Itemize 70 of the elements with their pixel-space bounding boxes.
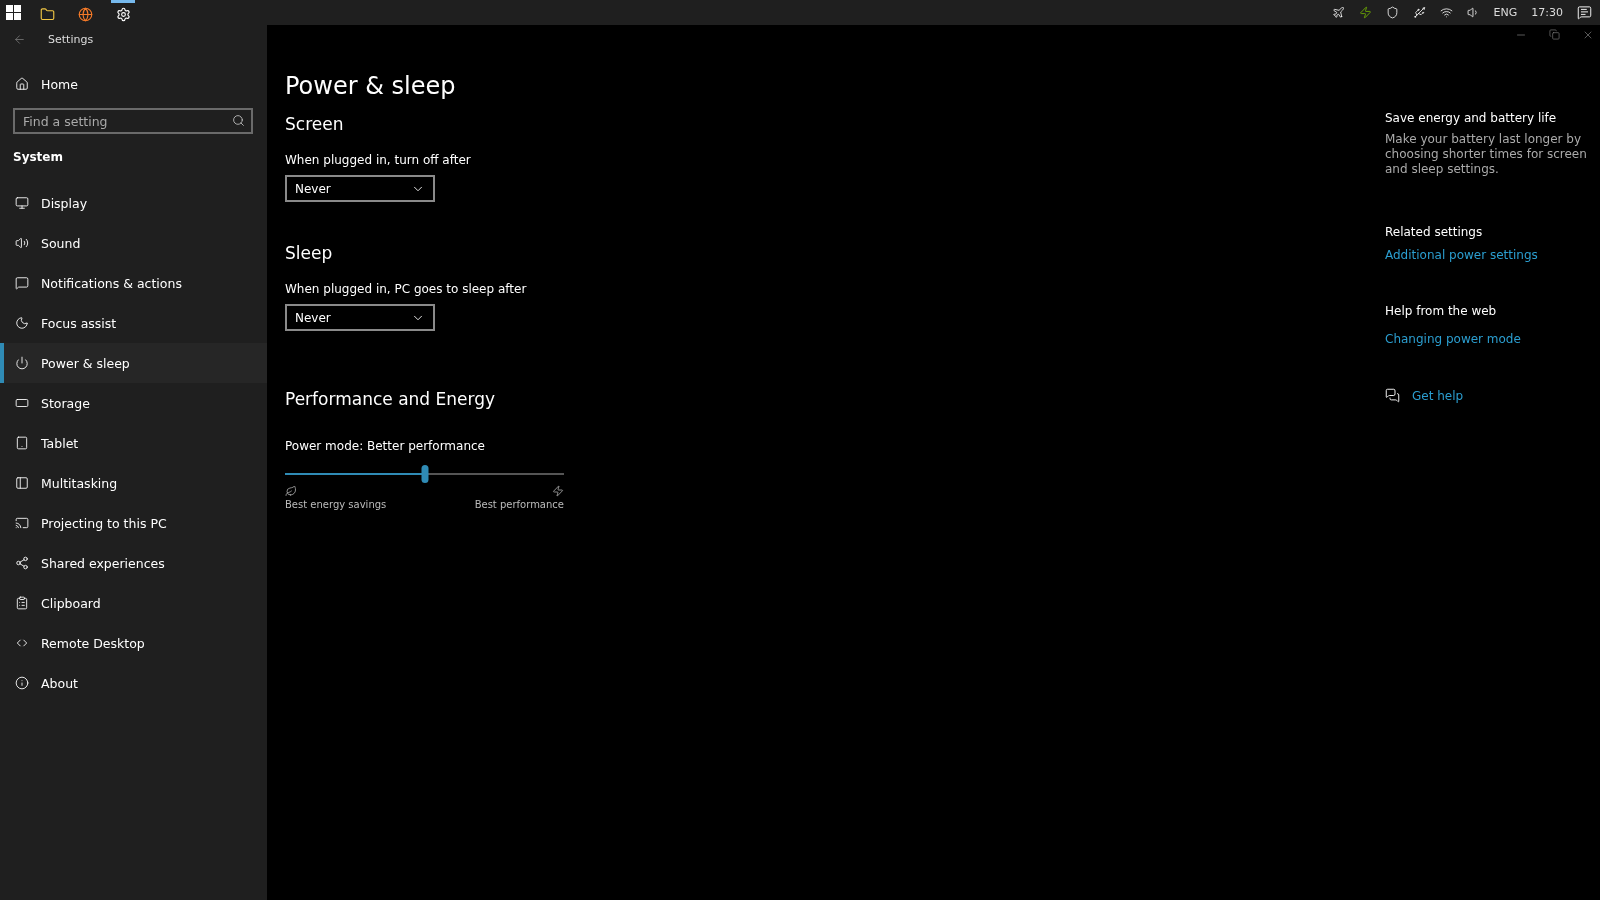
get-help-link[interactable]: Get help <box>1412 388 1464 403</box>
chat-icon <box>1385 388 1400 403</box>
setting-label: When plugged in, turn off after <box>285 153 472 167</box>
nav-item[interactable]: Remote Desktop <box>0 623 267 663</box>
speech-bubble-icon <box>15 276 29 290</box>
search-icon <box>232 114 245 127</box>
folder-icon <box>39 6 55 22</box>
home-link[interactable]: Home <box>0 72 267 96</box>
drive-icon <box>15 396 29 410</box>
help-link[interactable]: Changing power mode <box>1385 332 1595 346</box>
dropdown[interactable]: Never <box>285 304 435 331</box>
volume-icon <box>1466 6 1480 19</box>
leaf-icon <box>285 485 297 497</box>
section-heading: Performance and Energy <box>285 389 497 409</box>
panel-icon <box>15 476 29 490</box>
back-icon <box>13 32 26 46</box>
nav-item[interactable]: Notifications & actions <box>0 263 267 303</box>
chevrons-icon <box>15 636 29 650</box>
window-title: Settings <box>48 32 94 46</box>
search-field[interactable]: Find a setting <box>13 108 253 134</box>
house-icon <box>15 77 29 91</box>
settings-link[interactable]: Additional power settings <box>1385 248 1595 262</box>
page-title: Power & sleep <box>285 72 457 100</box>
nav-item[interactable]: Focus assist <box>0 303 267 343</box>
aside-heading: Save energy and battery life <box>1385 111 1558 125</box>
notification-icon <box>1577 5 1592 20</box>
moon-icon <box>15 316 29 330</box>
clipboard-icon <box>15 596 29 610</box>
nav-item[interactable]: Display <box>0 183 267 223</box>
wifi-icon <box>1439 6 1453 19</box>
close-icon <box>1582 29 1594 41</box>
slider-max-label: Best performance <box>474 499 564 510</box>
nav-item[interactable]: Storage <box>0 383 267 423</box>
nav-item[interactable]: Tablet <box>0 423 267 463</box>
dropdown[interactable]: Never <box>285 175 435 202</box>
monitor-icon <box>15 196 29 210</box>
bolt-icon <box>1358 6 1372 19</box>
usb-icon <box>1412 6 1426 19</box>
nav-item[interactable]: Power & sleep <box>0 343 267 383</box>
windows-logo-icon[interactable] <box>6 5 21 20</box>
section-heading: System <box>12 150 64 164</box>
nav-item[interactable]: Sound <box>0 223 267 263</box>
aside-heading: Related settings <box>1385 225 1484 239</box>
nav-item[interactable]: Multitasking <box>0 463 267 503</box>
clock[interactable]: 17:30 <box>1531 6 1563 19</box>
aside-description: Make your battery last longer by choosing shorter times for screen and sleep settings. <box>1385 132 1588 177</box>
settings-icon <box>115 6 131 22</box>
globe-icon <box>77 6 93 22</box>
airplane-icon <box>1331 6 1345 19</box>
info-icon <box>15 676 29 690</box>
section-heading: Screen <box>285 114 345 134</box>
nav-item[interactable]: Shared experiences <box>0 543 267 583</box>
shield-icon <box>1385 6 1399 19</box>
share-icon <box>15 556 29 570</box>
restore-icon <box>1549 29 1560 40</box>
tablet-icon <box>15 436 29 450</box>
aside-heading: Help from the web <box>1385 304 1498 318</box>
speaker-icon <box>15 236 29 250</box>
lightning-icon <box>552 485 564 497</box>
cast-icon <box>15 516 29 530</box>
power-icon <box>15 356 29 370</box>
setting-label: When plugged in, PC goes to sleep after <box>285 282 528 296</box>
nav-item[interactable]: Clipboard <box>0 583 267 623</box>
language-indicator[interactable]: ENG <box>1493 6 1518 19</box>
nav-item[interactable]: About <box>0 663 267 703</box>
slider-min-label: Best energy savings <box>285 499 387 510</box>
power-mode-slider[interactable] <box>285 467 564 481</box>
setting-label: Power mode: Better performance <box>285 439 486 453</box>
section-heading: Sleep <box>285 243 334 263</box>
nav-item[interactable]: Projecting to this PC <box>0 503 267 543</box>
